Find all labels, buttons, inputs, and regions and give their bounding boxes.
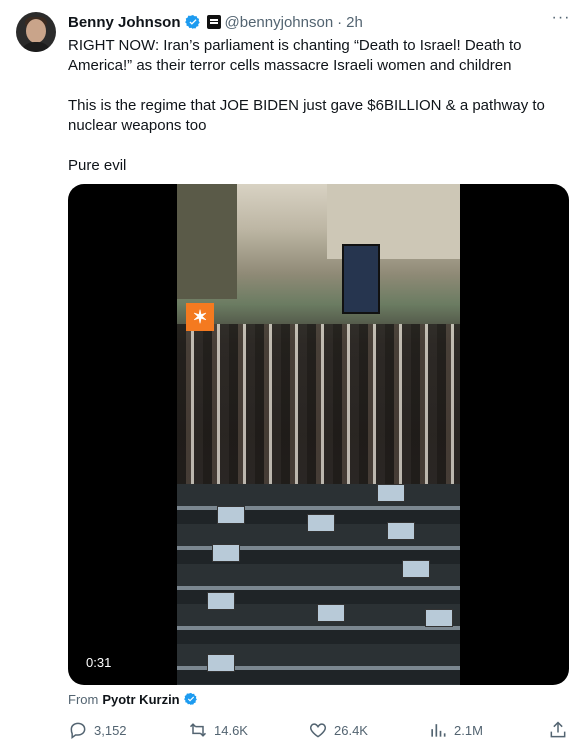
repost-count: 14.6K [214,722,248,738]
desk-monitor [387,522,415,540]
video-duration: 0:31 [82,653,116,673]
avatar-face [26,19,46,43]
like-count: 26.4K [334,722,368,738]
reply-icon [70,722,86,739]
video-player[interactable]: ✶ 0:31 [68,184,569,685]
share-icon [550,721,566,738]
repost-icon [189,723,207,737]
tweet-paragraph-2: This is the regime that JOE BIDEN just g… [68,97,550,134]
repost-button[interactable]: 14.6K [188,718,248,742]
desk-monitor [307,514,335,532]
author-name[interactable]: Benny Johnson [68,14,181,31]
desk-monitor [402,560,430,578]
share-button[interactable] [548,718,568,742]
desk-monitor [207,592,235,610]
separator-dot: · [337,13,343,31]
reply-button[interactable]: 3,152 [68,718,127,742]
tweet-text: RIGHT NOW: Iran’s parliament is chanting… [68,36,558,176]
desk-monitor [207,654,235,672]
avatar-shirt [20,42,52,52]
views-button[interactable]: 2.1M [428,718,483,742]
broadcaster-logo-icon: ✶ [186,303,214,331]
views-chart-icon [431,724,446,737]
tweet-header: Benny Johnson @bennyjohnson · 2h [68,12,363,32]
affiliate-badge-icon[interactable] [206,15,221,29]
desk-monitor [425,609,453,627]
more-options-icon[interactable]: ··· [550,10,572,32]
heart-icon [309,723,327,738]
desk-monitor [212,544,240,562]
source-verified-icon [183,692,197,706]
source-prefix: From [68,691,99,707]
video-frame[interactable] [177,184,460,685]
reply-count: 3,152 [94,722,127,738]
desk-monitor [217,506,245,524]
action-bar: 3,152 14.6K 26.4K 2.1M [60,718,572,742]
tweet-paragraph-1: RIGHT NOW: Iran’s parliament is chanting… [68,37,525,74]
video-source: From Pyotr Kurzin [68,690,198,708]
desk-monitor [317,604,345,622]
like-button[interactable]: 26.4K [308,718,368,742]
desk-monitor [377,484,405,502]
video-background-screen [342,244,380,314]
tweet-paragraph-3: Pure evil [68,157,127,174]
video-crowd [177,324,460,494]
video-wall-left [177,184,237,299]
author-avatar[interactable] [16,12,56,52]
source-name[interactable]: Pyotr Kurzin [102,692,179,707]
verified-badge-icon [184,15,200,29]
author-handle[interactable]: @bennyjohnson [225,14,334,31]
views-count: 2.1M [454,722,483,738]
timestamp[interactable]: 2h [346,14,363,31]
